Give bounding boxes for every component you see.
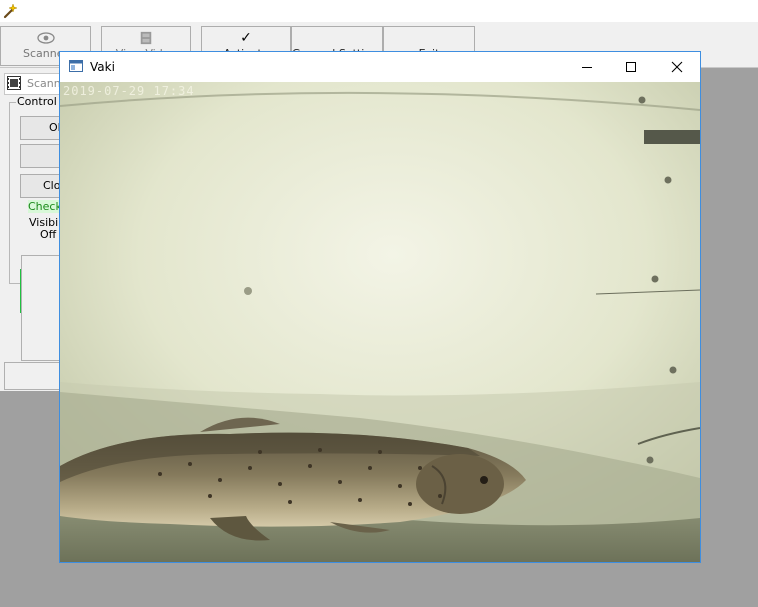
- fish-camera-image: [60, 82, 700, 562]
- maximize-icon: [626, 62, 636, 72]
- visibility-value: Off: [40, 228, 57, 241]
- control-group-title: Control P: [16, 95, 62, 108]
- close-button[interactable]: Clo: [20, 174, 62, 198]
- video-window-title: Vaki: [90, 60, 115, 74]
- app-title-bar: [0, 0, 758, 22]
- film-strip-icon: [140, 31, 152, 45]
- minimize-button[interactable]: [564, 52, 610, 82]
- unlabeled-button[interactable]: [20, 144, 62, 168]
- minimize-icon: [582, 67, 592, 68]
- film-icon: [7, 76, 21, 90]
- video-window: Vaki 2019-07-29 17:34: [59, 51, 701, 563]
- close-icon: [671, 61, 683, 73]
- scanner-window-title: Scanner: [27, 77, 62, 90]
- check-group-title: Check: [28, 200, 62, 213]
- status-field: [4, 362, 62, 390]
- video-frame: 2019-07-29 17:34: [60, 82, 700, 562]
- video-window-title-bar[interactable]: Vaki: [60, 52, 700, 82]
- close-window-button[interactable]: [654, 52, 700, 82]
- video-timestamp: 2019-07-29 17:34: [63, 84, 195, 98]
- scanner-panel: [21, 255, 62, 361]
- scanner-window: Scanner Control P Ol Clo Check Visibili …: [0, 68, 63, 391]
- maximize-button[interactable]: [608, 52, 654, 82]
- checkmark-icon: ✓: [240, 30, 252, 46]
- eye-icon: [36, 32, 55, 44]
- scanner-window-title-bar: Scanner: [4, 73, 62, 95]
- wand-icon: [3, 3, 18, 19]
- window-icon: [69, 60, 83, 72]
- open-button[interactable]: Ol: [20, 116, 62, 140]
